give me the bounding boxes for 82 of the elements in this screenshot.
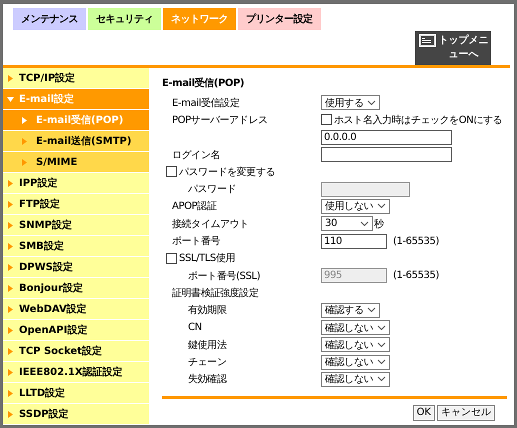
checkbox-label: SSL/TLS使用 [179,252,236,266]
triangle-icon [7,390,14,396]
sidebar-item[interactable]: IEEE802.1X認証設定 [3,362,149,383]
checkbox[interactable] [321,114,332,126]
expanded-triangle-icon [7,96,14,102]
sidebar-subitem[interactable]: E-mail送信(SMTP) [3,131,149,152]
field-label: チェーン [187,356,226,370]
sidebar-subitem[interactable]: S/MIME [3,152,149,173]
field-label: 有効期限 [187,304,226,318]
dropdown[interactable]: 確認しない [321,337,390,352]
checkbox[interactable] [166,166,177,178]
triangle-icon [7,264,14,270]
screen-icon [419,34,436,47]
triangle-icon [21,116,28,124]
field-label: APOP認証 [171,200,216,214]
sidebar-item[interactable]: WebDAV設定 [3,299,149,320]
field-label: E-mail受信設定 [171,96,240,110]
top-menu-button[interactable]: トップメニューへ [415,31,491,65]
triangle-icon [7,180,14,186]
field-label: 接続タイムアウト [171,218,249,231]
checkbox-label: パスワードを変更する [179,166,276,179]
chevron-down-icon [367,100,376,106]
dropdown[interactable]: 使用する [321,95,380,110]
dropdown[interactable]: 30 [321,216,373,232]
triangle-icon [7,306,14,312]
dropdown[interactable]: 確認する [321,302,380,318]
triangle-icon [21,158,28,166]
checkbox-label: ホスト名入力時はチェックをONにする [334,114,502,127]
dropdown[interactable]: 確認しない [321,354,390,370]
chevron-down-icon [367,307,376,314]
triangle-icon [7,200,14,208]
nav-tab[interactable]: プリンター設定 [237,7,322,31]
field-label: ログイン名 [171,148,220,162]
checkbox[interactable] [166,252,177,264]
sidebar-item[interactable]: SSDP設定 [3,404,149,424]
group-label: 証明書検証強度設定 [171,286,258,300]
unit-label: 秒 [374,218,384,231]
sidebar-item[interactable]: DPWS設定 [3,257,149,278]
field-label: ポート番号(SSL) [187,270,260,283]
chevron-down-icon [377,359,386,366]
field-label: ポート番号 [171,234,220,248]
chevron-down-icon [377,342,386,348]
triangle-icon [21,138,28,144]
triangle-icon [7,284,14,292]
form-button[interactable]: OK [412,405,435,422]
input-field[interactable]: 0.0.0.0 [321,130,452,145]
sidebar-item[interactable]: SMB設定 [3,236,149,257]
chevron-down-icon [360,220,369,227]
sidebar-item[interactable]: SNMP設定 [3,215,149,236]
dropdown[interactable]: 確認しない [321,320,390,335]
dropdown[interactable]: 使用しない [321,198,390,214]
chevron-down-icon [377,376,386,382]
field-label: 失効確認 [187,372,226,386]
section-title: E-mail受信(POP) [162,76,244,90]
dropdown[interactable]: 確認しない [321,372,390,387]
triangle-icon [7,326,14,334]
triangle-icon [7,368,14,376]
nav-tab[interactable]: セキュリティ [87,7,162,31]
form-button[interactable]: キャンセル [437,405,495,422]
input-field[interactable] [321,147,452,162]
sidebar-item[interactable]: OpenAPI設定 [3,320,149,341]
field-label: 鍵使用法 [187,338,226,352]
range-hint: (1-65535) [393,236,439,247]
chevron-down-icon [377,203,386,210]
range-hint: (1-65535) [393,270,439,282]
sidebar-item[interactable]: IPP設定 [3,173,149,194]
sidebar-item[interactable]: LLTD設定 [3,383,149,404]
sidebar-item[interactable]: TCP Socket設定 [3,341,149,362]
triangle-icon [7,222,14,228]
field-label: CN [187,322,202,333]
chevron-down-icon [377,324,386,330]
sidebar-item[interactable]: Bonjour設定 [3,278,149,299]
input-field[interactable]: 110 [321,234,387,249]
nav-tab[interactable]: メンテナンス [12,7,87,31]
triangle-icon [7,410,14,418]
sidebar-item[interactable]: TCP/IP設定 [3,68,149,89]
triangle-icon [7,74,14,82]
field-label: POPサーバーアドレス [171,114,268,127]
field-label: パスワード [187,183,236,196]
triangle-icon [7,242,14,250]
triangle-icon [7,348,14,354]
sidebar-item[interactable]: FTP設定 [3,194,149,215]
